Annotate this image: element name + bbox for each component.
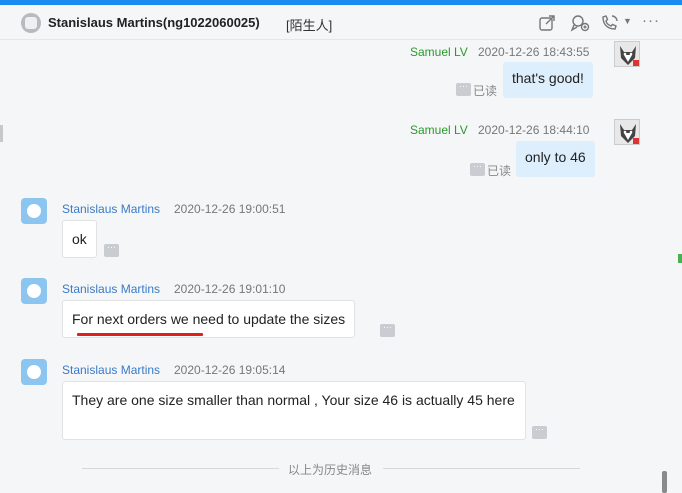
history-divider-line xyxy=(383,468,580,469)
message-bubble[interactable]: ok xyxy=(62,220,97,258)
chat-header: Stanislaus Martins(ng1022060025) [陌生人] ▼… xyxy=(0,5,682,40)
history-divider-label: 以上为历史消息 xyxy=(288,463,373,477)
share-icon[interactable] xyxy=(538,14,558,32)
message-time: 2020-12-26 18:43:55 xyxy=(478,45,590,59)
red-underline-annotation xyxy=(77,333,203,336)
message-time: 2020-12-26 19:05:14 xyxy=(174,363,286,377)
message-more-button[interactable]: ··· xyxy=(380,323,395,337)
window-edge-marker xyxy=(0,125,3,142)
contact-avatar[interactable] xyxy=(21,198,47,224)
read-status: 已读 xyxy=(473,84,498,98)
more-icon[interactable]: ··· xyxy=(642,12,662,30)
self-avatar[interactable] xyxy=(614,41,640,67)
window-edge-marker xyxy=(678,254,682,263)
sender-name: Stanislaus Martins xyxy=(62,282,161,296)
message-time: 2020-12-26 18:44:10 xyxy=(478,123,590,137)
message-more-button[interactable]: ··· xyxy=(532,425,547,439)
contact-avatar-icon[interactable] xyxy=(21,13,41,33)
scrollbar-thumb[interactable] xyxy=(662,471,667,493)
contact-name-title[interactable]: Stanislaus Martins(ng1022060025) xyxy=(48,15,260,30)
sender-name: Samuel LV xyxy=(410,45,468,59)
sender-name: Samuel LV xyxy=(410,123,468,137)
read-status: 已读 xyxy=(487,164,512,178)
self-avatar[interactable] xyxy=(614,119,640,145)
message-time: 2020-12-26 19:01:10 xyxy=(174,282,286,296)
message-bubble[interactable]: only to 46 xyxy=(516,141,595,177)
message-more-button[interactable]: ··· xyxy=(456,82,471,96)
message-more-button[interactable]: ··· xyxy=(470,162,485,176)
message-time: 2020-12-26 19:00:51 xyxy=(174,202,286,216)
history-divider-line xyxy=(82,468,279,469)
stranger-tag: [陌生人] xyxy=(286,18,333,33)
contact-avatar[interactable] xyxy=(21,359,47,385)
contact-avatar[interactable] xyxy=(21,278,47,304)
message-more-button[interactable]: ··· xyxy=(104,243,119,257)
call-icon[interactable] xyxy=(600,14,620,32)
sender-name: Stanislaus Martins xyxy=(62,363,161,377)
message-bubble[interactable]: They are one size smaller than normal , … xyxy=(62,381,526,440)
dropdown-caret-icon[interactable]: ▼ xyxy=(623,16,632,26)
add-contact-icon[interactable] xyxy=(570,14,590,32)
message-list[interactable]: Samuel LV 2020-12-26 18:43:55 that's goo… xyxy=(0,41,682,493)
sender-name: Stanislaus Martins xyxy=(62,202,161,216)
message-bubble[interactable]: that's good! xyxy=(503,62,593,98)
